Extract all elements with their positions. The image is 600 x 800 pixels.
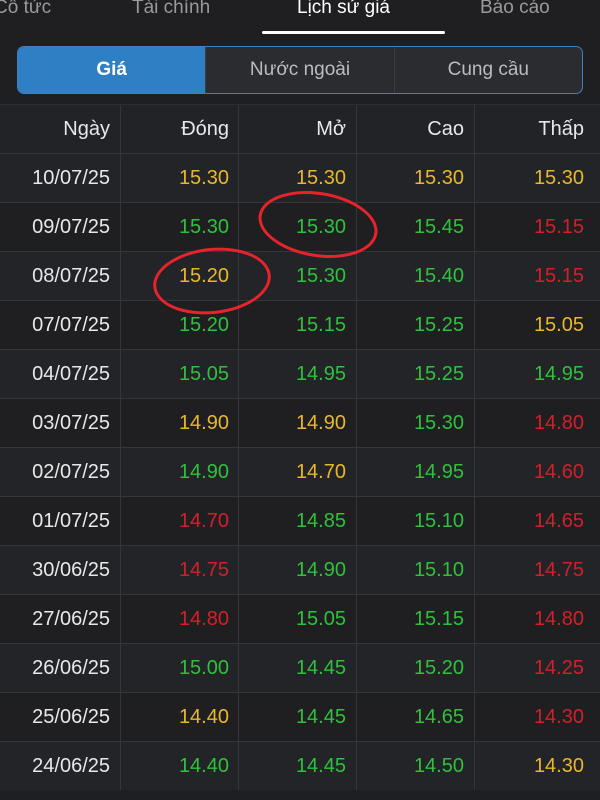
high-cell: 15.20 [356, 644, 474, 692]
table-row[interactable]: 04/07/25 15.05 14.95 15.25 14.95 [0, 349, 600, 398]
date-cell: 04/07/25 [32, 362, 110, 385]
table-row[interactable]: 25/06/25 14.40 14.45 14.65 14.30 [0, 692, 600, 741]
low-cell: 14.80 [474, 595, 600, 643]
low-cell: 15.15 [474, 252, 600, 300]
open-cell: 14.95 [238, 350, 356, 398]
high-cell: 15.10 [356, 497, 474, 545]
open-cell: 15.30 [238, 154, 356, 202]
open-cell: 14.45 [238, 742, 356, 790]
date-cell: 07/07/25 [32, 313, 110, 336]
high-cell: 15.15 [356, 595, 474, 643]
header-date[interactable]: Ngày [0, 105, 120, 153]
date-cell: 27/06/25 [32, 607, 110, 630]
close-cell: 15.20 [120, 252, 238, 300]
close-cell: 14.75 [120, 546, 238, 594]
close-cell: 15.00 [120, 644, 238, 692]
close-cell: 15.30 [120, 154, 238, 202]
high-cell: 15.25 [356, 301, 474, 349]
low-cell: 14.30 [474, 742, 600, 790]
table-row[interactable]: 26/06/25 15.00 14.45 15.20 14.25 [0, 643, 600, 692]
high-cell: 14.50 [356, 742, 474, 790]
low-cell: 15.05 [474, 301, 600, 349]
table-row[interactable]: 08/07/25 15.20 15.30 15.40 15.15 [0, 251, 600, 300]
table-row[interactable]: 07/07/25 15.20 15.15 15.25 15.05 [0, 300, 600, 349]
open-cell: 14.90 [238, 546, 356, 594]
segmented-control: Giá Nước ngoài Cung cầu [17, 46, 583, 94]
table-row[interactable]: 24/06/25 14.40 14.45 14.50 14.30 [0, 741, 600, 790]
high-cell: 15.45 [356, 203, 474, 251]
segment-foreign[interactable]: Nước ngoài [205, 47, 393, 93]
date-cell: 25/06/25 [32, 705, 110, 728]
high-cell: 15.40 [356, 252, 474, 300]
tab-price-history[interactable]: Lịch sử giá [297, 0, 390, 23]
close-cell: 14.90 [120, 399, 238, 447]
header-low[interactable]: Thấp [474, 105, 600, 153]
tab-dividends[interactable]: Cổ tức [0, 0, 51, 23]
date-cell: 26/06/25 [32, 656, 110, 679]
close-cell: 14.70 [120, 497, 238, 545]
segment-price[interactable]: Giá [18, 47, 206, 93]
table-row[interactable]: 02/07/25 14.90 14.70 14.95 14.60 [0, 447, 600, 496]
open-cell: 15.05 [238, 595, 356, 643]
low-cell: 15.15 [474, 203, 600, 251]
table-row[interactable]: 27/06/25 14.80 15.05 15.15 14.80 [0, 594, 600, 643]
date-cell: 10/07/25 [32, 166, 110, 189]
table-header-row: Ngày Đóng Mở Cao Thấp [0, 104, 600, 153]
high-cell: 15.10 [356, 546, 474, 594]
date-cell: 08/07/25 [32, 264, 110, 287]
open-cell: 14.45 [238, 644, 356, 692]
close-cell: 14.40 [120, 742, 238, 790]
high-cell: 15.30 [356, 154, 474, 202]
close-cell: 14.80 [120, 595, 238, 643]
high-cell: 15.25 [356, 350, 474, 398]
table-row[interactable]: 30/06/25 14.75 14.90 15.10 14.75 [0, 545, 600, 594]
date-cell: 09/07/25 [32, 215, 110, 238]
close-cell: 15.05 [120, 350, 238, 398]
tab-financials[interactable]: Tài chính [132, 0, 210, 23]
date-cell: 24/06/25 [32, 754, 110, 777]
low-cell: 14.30 [474, 693, 600, 741]
low-cell: 14.65 [474, 497, 600, 545]
date-cell: 03/07/25 [32, 411, 110, 434]
table-row[interactable]: 10/07/25 15.30 15.30 15.30 15.30 [0, 153, 600, 202]
low-cell: 14.60 [474, 448, 600, 496]
header-high[interactable]: Cao [356, 105, 474, 153]
open-cell: 15.15 [238, 301, 356, 349]
header-close[interactable]: Đóng [120, 105, 238, 153]
low-cell: 14.75 [474, 546, 600, 594]
low-cell: 14.80 [474, 399, 600, 447]
open-cell: 14.85 [238, 497, 356, 545]
open-cell: 14.70 [238, 448, 356, 496]
close-cell: 15.30 [120, 203, 238, 251]
app: Cổ tức Tài chính Lịch sử giá Báo cáo Giá… [0, 0, 600, 800]
active-tab-indicator [262, 31, 445, 34]
top-tab-bar: Cổ tức Tài chính Lịch sử giá Báo cáo [0, 0, 600, 38]
close-cell: 14.90 [120, 448, 238, 496]
date-cell: 02/07/25 [32, 460, 110, 483]
close-cell: 15.20 [120, 301, 238, 349]
table-row[interactable]: 01/07/25 14.70 14.85 15.10 14.65 [0, 496, 600, 545]
date-cell: 01/07/25 [32, 509, 110, 532]
low-cell: 15.30 [474, 154, 600, 202]
open-cell: 15.30 [238, 252, 356, 300]
header-open[interactable]: Mở [238, 105, 356, 153]
segment-supply-demand[interactable]: Cung cầu [393, 47, 582, 93]
tab-reports[interactable]: Báo cáo [480, 0, 550, 23]
open-cell: 14.90 [238, 399, 356, 447]
close-cell: 14.40 [120, 693, 238, 741]
open-cell: 15.30 [238, 203, 356, 251]
open-cell: 14.45 [238, 693, 356, 741]
table-row[interactable]: 03/07/25 14.90 14.90 15.30 14.80 [0, 398, 600, 447]
high-cell: 15.30 [356, 399, 474, 447]
date-cell: 30/06/25 [32, 558, 110, 581]
price-history-table: Ngày Đóng Mở Cao Thấp 10/07/25 15.30 15.30… [0, 104, 600, 790]
low-cell: 14.95 [474, 350, 600, 398]
low-cell: 14.25 [474, 644, 600, 692]
high-cell: 14.65 [356, 693, 474, 741]
table-row[interactable]: 09/07/25 15.30 15.30 15.45 15.15 [0, 202, 600, 251]
high-cell: 14.95 [356, 448, 474, 496]
